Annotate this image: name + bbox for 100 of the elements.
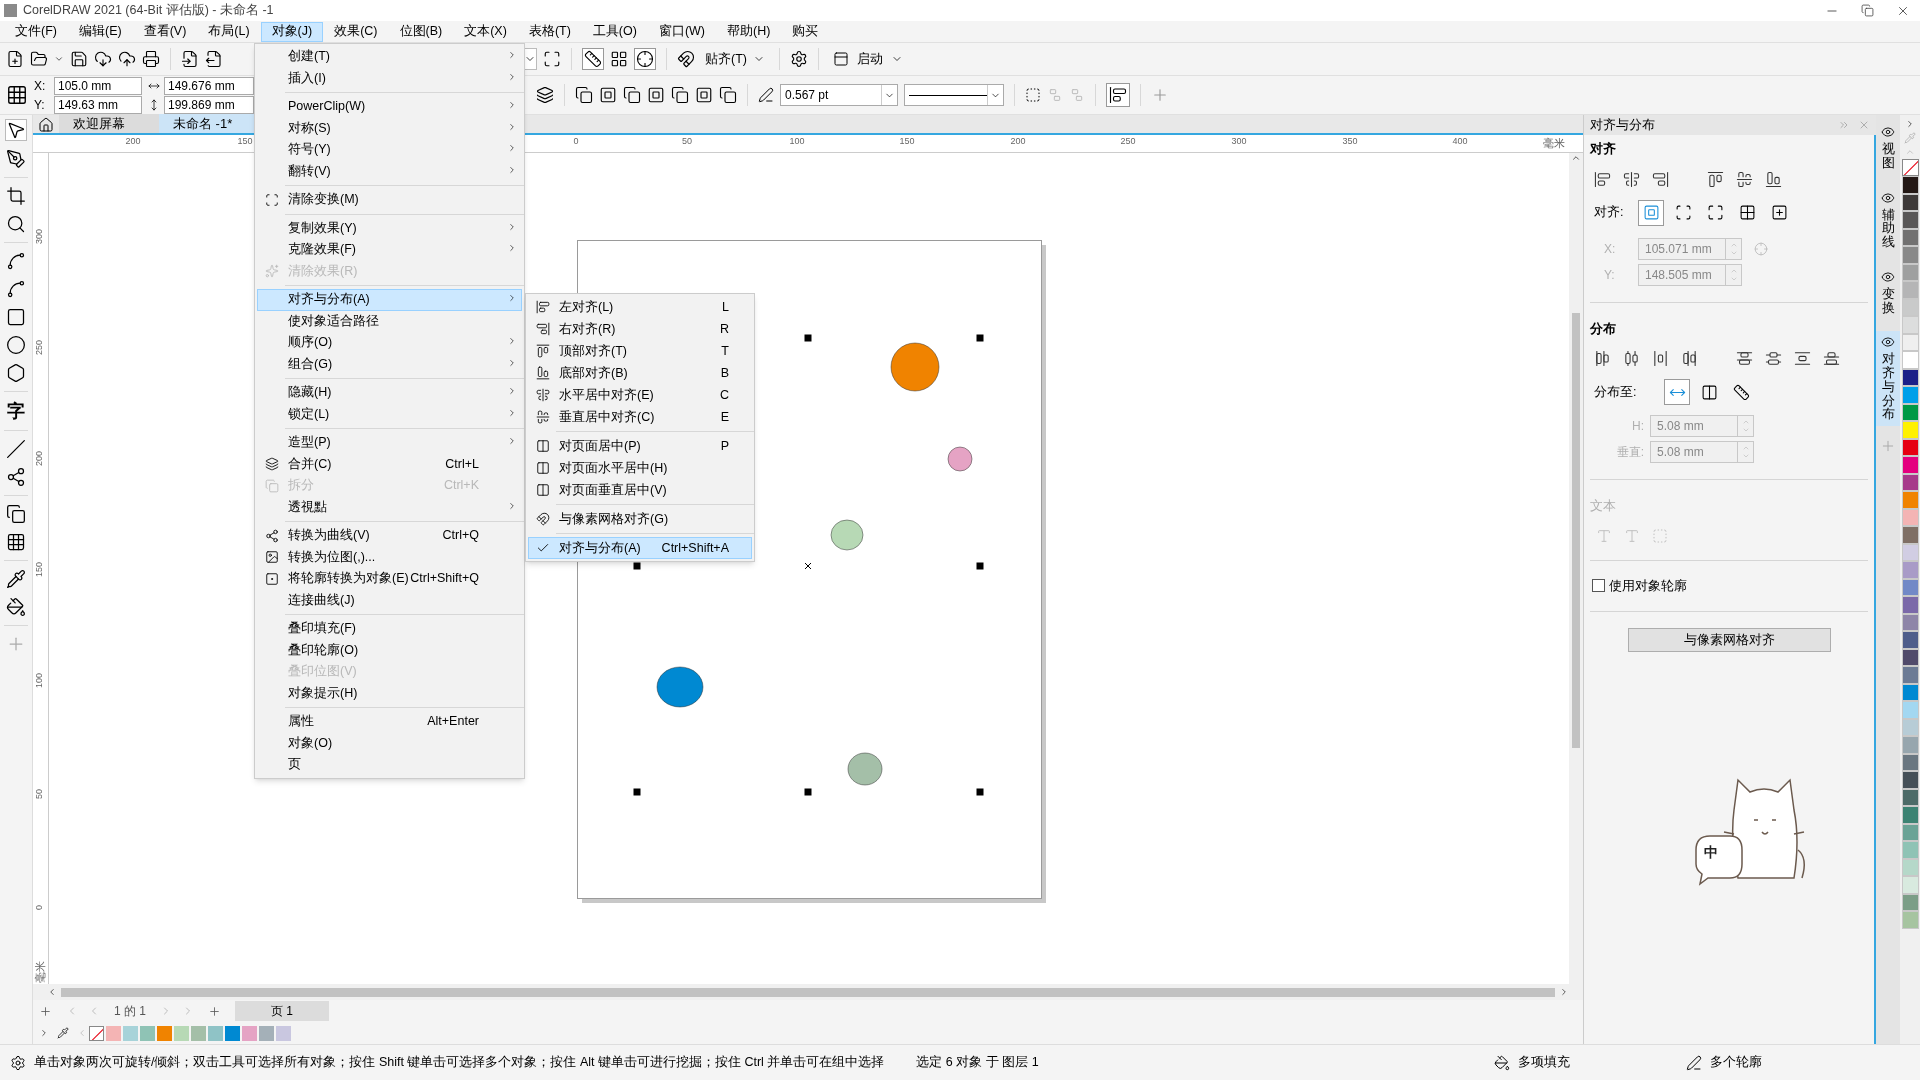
menu-item[interactable]: 清除变换(M) [257, 189, 522, 211]
menu-item[interactable]: 对页面居中(P) P [528, 435, 752, 457]
menu-item[interactable]: 顶部对齐(T) T [528, 340, 752, 362]
menu-item[interactable]: 合并(C) Ctrl+L [257, 453, 522, 475]
menu-item[interactable]: 组合(G) [257, 353, 522, 375]
height-field[interactable]: 199.869 mm [164, 95, 254, 114]
h-label: H: [1631, 418, 1644, 435]
docker-tab[interactable]: 辅助线 [1876, 186, 1900, 254]
docker-title: 对齐与分布 [1590, 116, 1655, 134]
menu-item[interactable]: 克隆效果(F) [257, 239, 522, 261]
snap-dropdown[interactable]: 贴齐(T) [701, 49, 769, 69]
docker-tab[interactable]: 视图 [1876, 121, 1900, 175]
menu-item[interactable]: 底部对齐(B) B [528, 362, 752, 384]
document-tab[interactable]: 欢迎屏幕 [59, 114, 159, 133]
section-heading: 分布 [1590, 319, 1617, 338]
menu-bar-item[interactable]: 位图(B) [388, 21, 454, 42]
menu-item[interactable]: 对齐与分布(A) Ctrl+Shift+A [528, 537, 752, 559]
ruler-label: 300 [1231, 135, 1247, 148]
ruler-unit: 毫米 [1543, 136, 1565, 151]
menu-bar-item[interactable]: 查看(V) [132, 21, 198, 42]
text-tool[interactable]: 字 [7, 400, 25, 422]
menu-item[interactable]: 符号(Y) [257, 139, 522, 161]
ruler-label: 250 [33, 338, 45, 355]
y-field[interactable]: 149.63 mm [54, 95, 142, 114]
menu-item[interactable]: 转换为位图(,)... [257, 546, 522, 568]
x-field[interactable]: 105.0 mm [54, 76, 142, 95]
menu-item[interactable]: 与像素网格对齐(G) [528, 508, 752, 530]
menu-item[interactable]: 插入(I) [257, 67, 522, 89]
menu-item[interactable]: 隐藏(H) [257, 382, 522, 404]
menu-item[interactable]: 垂直居中对齐(C) E [528, 406, 752, 428]
x-label: X: [1604, 240, 1617, 258]
docker-tab[interactable]: 对齐与分布 [1876, 331, 1900, 426]
menu-bar-item[interactable]: 编辑(E) [67, 21, 133, 42]
fill-status: 多项填充 [1518, 1054, 1571, 1072]
menu-item[interactable]: 水平居中对齐(E) C [528, 384, 752, 406]
ruler-label: 150 [237, 135, 253, 148]
menu-bar-item[interactable]: 窗口(W) [647, 21, 717, 42]
pixel-grid-button[interactable]: 与像素网格对齐 [1627, 628, 1831, 653]
status-hint: 单击对象两次可旋转/倾斜；双击工具可选择所有对象；按住 Shift 键单击可选择多个对象；按住 Alt 键单击可进行挖掘；按住 Ctrl 并单击可在组中选择 [34, 1054, 885, 1072]
ruler-label: 50 [682, 135, 692, 148]
ruler-label: 0 [573, 135, 579, 148]
menu-item[interactable]: 转换为曲线(V) Ctrl+Q [257, 525, 522, 547]
menu-item[interactable]: 顺序(O) [257, 332, 522, 354]
menu-item[interactable]: 造型(P) [257, 432, 522, 454]
ruler-label: 0 [33, 904, 45, 910]
outline-width-dropdown[interactable]: 0.567 pt [780, 84, 898, 106]
menu-bar-item[interactable]: 对象(J) [260, 21, 324, 42]
window-title: CorelDRAW 2021 (64-Bit 评估版) - 未命名 -1 [23, 2, 275, 20]
selection-status: 选定 6 对象 于 图层 1 [916, 1054, 1039, 1072]
vertical-label: 垂直: [1615, 444, 1644, 461]
menu-item[interactable]: 页 [257, 754, 522, 776]
section-heading: 对齐 [1590, 140, 1617, 158]
menu-item[interactable]: 对齐与分布(A) [257, 289, 522, 311]
use-outline-label: 使用对象轮廓 [1609, 577, 1687, 595]
ruler-label: 50 [33, 788, 45, 799]
menu-item[interactable]: 翻转(V) [257, 160, 522, 182]
ruler-label: 150 [33, 560, 45, 577]
ruler-label: 100 [33, 671, 45, 688]
menu-item[interactable]: 左对齐(L) L [528, 296, 752, 318]
launch-dropdown[interactable]: 启动 [828, 49, 907, 69]
menu-bar-item[interactable]: 文本(X) [453, 21, 518, 42]
y-label: Y: [34, 96, 46, 114]
menu-item[interactable]: 对页面水平居中(H) [528, 457, 752, 479]
menu-item[interactable]: PowerClip(W) [257, 96, 522, 118]
menu-bar-item[interactable]: 购买 [781, 21, 830, 42]
menu-item[interactable]: 将轮廓转换为对象(E)Ctrl+Shift+Q [257, 568, 522, 590]
menu-item[interactable]: 属性 Alt+Enter [257, 711, 522, 733]
x-label: X: [34, 77, 47, 95]
menu-item[interactable]: 对象提示(H) [257, 682, 522, 704]
ruler-label: 100 [789, 135, 805, 148]
y-label: Y: [1604, 266, 1616, 284]
ruler-label: 200 [125, 135, 141, 148]
menu-item[interactable]: 对象(O) [257, 732, 522, 754]
menu-item[interactable]: 连接曲线(J) [257, 589, 522, 611]
menu-bar-item[interactable]: 布局(L) [197, 21, 261, 42]
ruler-label: 150 [899, 135, 915, 148]
docker-tab[interactable]: 变换 [1876, 265, 1900, 320]
menu-item[interactable]: 创建(T) [257, 46, 522, 68]
menu-item[interactable]: 右对齐(R) R [528, 318, 752, 340]
menu-bar-item[interactable]: 效果(C) [323, 21, 389, 42]
page-tab[interactable]: 页 1 [235, 1001, 330, 1021]
menu-item[interactable]: 对页面垂直居中(V) [528, 479, 752, 501]
menu-item[interactable]: 使对象适合路径 [257, 310, 522, 332]
menu-bar-item[interactable]: 工具(O) [581, 21, 648, 42]
section-heading: 文本 [1590, 497, 1617, 515]
menu-item[interactable]: 透視點 [257, 496, 522, 518]
ruler-label: 250 [1120, 135, 1136, 148]
ruler-label: 200 [1010, 135, 1026, 148]
menu-item[interactable]: 对称(S) [257, 117, 522, 139]
ime-mode[interactable]: 中 [1704, 842, 1718, 863]
menu-bar-item[interactable]: 文件(F) [4, 21, 68, 42]
menu-item[interactable]: 叠印填充(F) [257, 618, 522, 640]
outline-status: 多个轮廓 [1710, 1054, 1763, 1072]
menu-item[interactable]: 锁定(L) [257, 403, 522, 425]
ruler-label: 350 [1342, 135, 1358, 148]
menu-item[interactable]: 叠印轮廓(O) [257, 639, 522, 661]
menu-bar-item[interactable]: 表格(T) [517, 21, 582, 42]
width-field[interactable]: 149.676 mm [164, 76, 254, 95]
menu-item[interactable]: 复制效果(Y) [257, 217, 522, 239]
menu-bar-item[interactable]: 帮助(H) [716, 21, 782, 42]
